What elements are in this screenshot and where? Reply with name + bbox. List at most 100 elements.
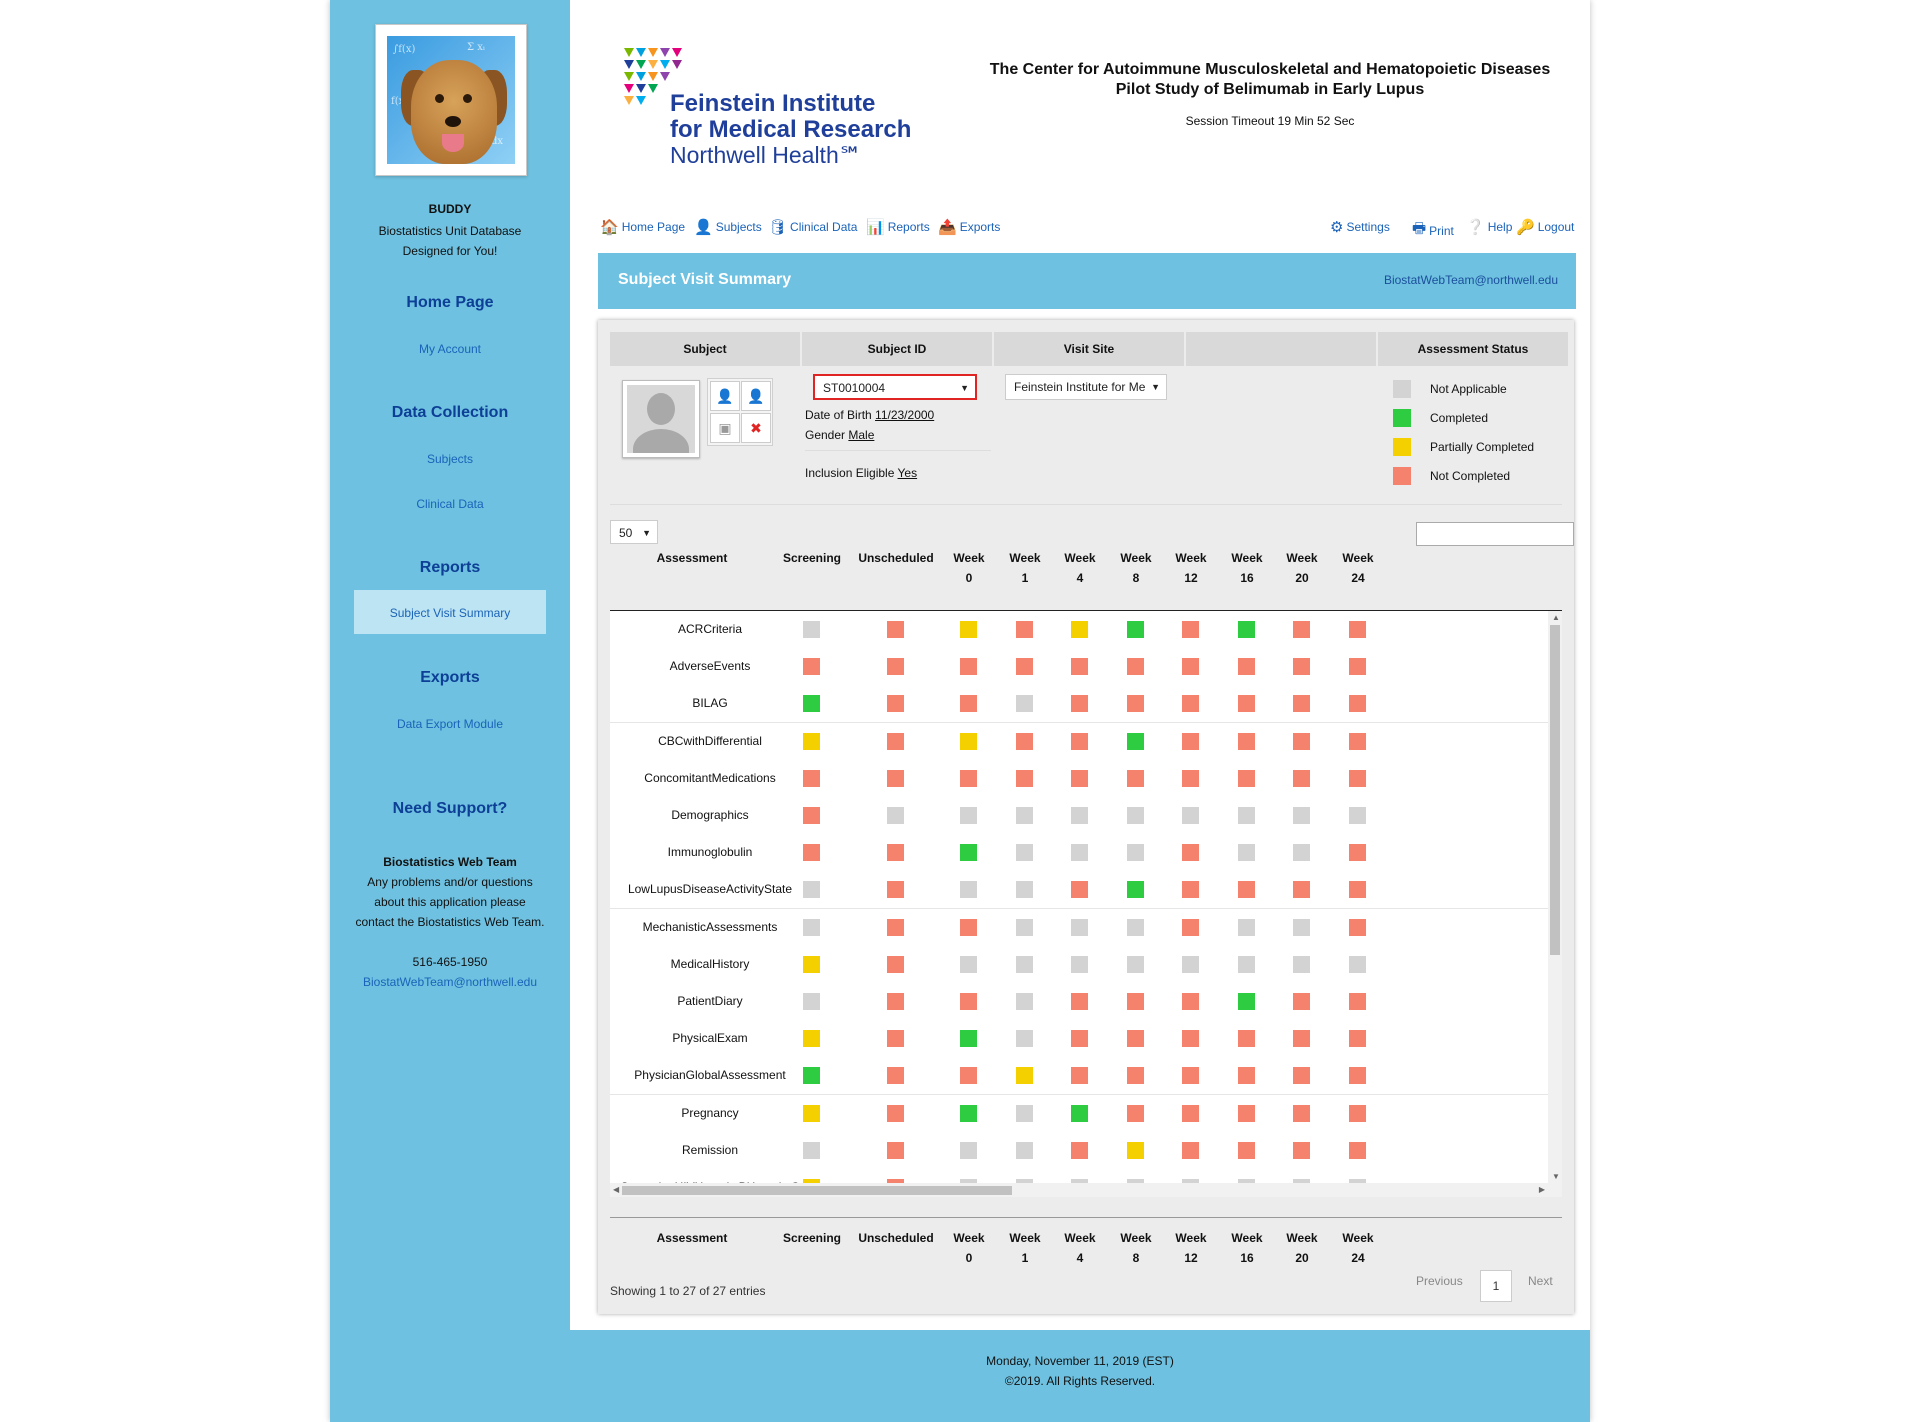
table-footer-col-10[interactable]: Week 24 [1333, 1228, 1383, 1268]
status-cell[interactable] [1293, 993, 1310, 1010]
status-cell[interactable] [1016, 881, 1033, 899]
status-cell[interactable] [887, 955, 904, 973]
pager-previous[interactable]: Previous [1416, 1274, 1463, 1288]
table-footer-col-7[interactable]: Week 12 [1166, 1228, 1216, 1268]
status-cell[interactable] [803, 658, 820, 676]
status-cell[interactable] [1182, 881, 1199, 899]
status-cell[interactable] [1071, 732, 1088, 750]
status-cell[interactable] [803, 1067, 820, 1085]
status-cell[interactable] [1293, 955, 1310, 973]
status-cell[interactable] [803, 955, 820, 973]
status-cell[interactable] [803, 881, 820, 899]
table-footer-col-0[interactable]: Assessment [612, 1228, 772, 1248]
status-cell[interactable] [1182, 695, 1199, 713]
status-cell[interactable] [1016, 732, 1033, 750]
status-cell[interactable] [1182, 1141, 1199, 1159]
table-header-col-5[interactable]: Week 4 [1055, 548, 1105, 588]
nav-exports[interactable]: 📤 Exports [938, 218, 1000, 236]
status-cell[interactable] [1238, 695, 1255, 713]
status-cell[interactable] [1238, 769, 1255, 787]
status-cell[interactable] [1349, 844, 1366, 862]
status-cell[interactable] [887, 844, 904, 862]
status-cell[interactable] [1127, 658, 1144, 676]
status-cell[interactable] [1127, 1141, 1144, 1159]
status-cell[interactable] [887, 993, 904, 1010]
status-cell[interactable] [1182, 993, 1199, 1010]
status-cell[interactable] [1349, 993, 1366, 1010]
status-cell[interactable] [1127, 1104, 1144, 1122]
status-cell[interactable] [1182, 621, 1199, 638]
status-cell[interactable] [1182, 1067, 1199, 1085]
table-header-col-0[interactable]: Assessment [612, 548, 772, 568]
status-cell[interactable] [960, 844, 977, 862]
status-cell[interactable] [1127, 732, 1144, 750]
status-cell[interactable] [1016, 769, 1033, 787]
table-footer-col-2[interactable]: Unscheduled [851, 1228, 941, 1248]
status-cell[interactable] [1238, 1141, 1255, 1159]
status-cell[interactable] [803, 993, 820, 1010]
status-cell[interactable] [1071, 993, 1088, 1010]
status-cell[interactable] [1349, 918, 1366, 936]
status-cell[interactable] [1349, 1067, 1366, 1085]
delete-icon[interactable]: ✖ [741, 413, 771, 443]
status-cell[interactable] [1238, 658, 1255, 676]
status-cell[interactable] [1238, 993, 1255, 1010]
table-footer-col-4[interactable]: Week 1 [1000, 1228, 1050, 1268]
status-cell[interactable] [1016, 695, 1033, 713]
status-cell[interactable] [1127, 844, 1144, 862]
scroll-right-icon[interactable]: ▶ [1539, 1185, 1545, 1194]
status-cell[interactable] [1293, 621, 1310, 638]
status-cell[interactable] [1238, 881, 1255, 899]
nav-link-subjects[interactable]: Subjects [330, 452, 570, 466]
status-cell[interactable] [1127, 1030, 1144, 1048]
status-cell[interactable] [960, 621, 977, 638]
status-cell[interactable] [1127, 695, 1144, 713]
status-cell[interactable] [1182, 658, 1199, 676]
vertical-scrollbar[interactable]: ▲ ▼ [1548, 611, 1562, 1197]
status-cell[interactable] [1349, 1104, 1366, 1122]
status-cell[interactable] [1238, 918, 1255, 936]
status-cell[interactable] [887, 918, 904, 936]
status-cell[interactable] [887, 732, 904, 750]
table-footer-col-5[interactable]: Week 4 [1055, 1228, 1105, 1268]
nav-link-data-export[interactable]: Data Export Module [330, 717, 570, 731]
status-cell[interactable] [803, 695, 820, 713]
status-cell[interactable] [1293, 1104, 1310, 1122]
status-cell[interactable] [1071, 1030, 1088, 1048]
status-cell[interactable] [1238, 844, 1255, 862]
status-cell[interactable] [1349, 1141, 1366, 1159]
nav-settings[interactable]: ⚙ Settings [1330, 218, 1390, 236]
status-cell[interactable] [960, 695, 977, 713]
status-cell[interactable] [1127, 955, 1144, 973]
status-cell[interactable] [1293, 732, 1310, 750]
page-length-select[interactable]: 50 ▼ [610, 520, 658, 544]
horizontal-scroll-thumb[interactable] [622, 1186, 1012, 1195]
status-cell[interactable] [1293, 695, 1310, 713]
status-cell[interactable] [803, 1104, 820, 1122]
table-header-col-9[interactable]: Week 20 [1277, 548, 1327, 588]
status-cell[interactable] [960, 732, 977, 750]
status-cell[interactable] [803, 844, 820, 862]
status-cell[interactable] [1238, 955, 1255, 973]
status-cell[interactable] [1016, 1030, 1033, 1048]
table-header-col-7[interactable]: Week 12 [1166, 548, 1216, 588]
status-cell[interactable] [1127, 769, 1144, 787]
status-cell[interactable] [1349, 621, 1366, 638]
status-cell[interactable] [1238, 1067, 1255, 1085]
table-footer-col-9[interactable]: Week 20 [1277, 1228, 1327, 1268]
status-cell[interactable] [1127, 807, 1144, 824]
status-cell[interactable] [1016, 658, 1033, 676]
status-cell[interactable] [887, 1141, 904, 1159]
status-cell[interactable] [1071, 844, 1088, 862]
status-cell[interactable] [1182, 807, 1199, 824]
status-cell[interactable] [1016, 918, 1033, 936]
nav-link-clinical-data[interactable]: Clinical Data [330, 497, 570, 511]
status-cell[interactable] [1182, 1104, 1199, 1122]
nav-section-home[interactable]: Home Page [330, 294, 570, 312]
status-cell[interactable] [887, 1030, 904, 1048]
status-cell[interactable] [887, 695, 904, 713]
status-cell[interactable] [1071, 621, 1088, 638]
status-cell[interactable] [1349, 1030, 1366, 1048]
table-footer-col-8[interactable]: Week 16 [1222, 1228, 1272, 1268]
status-cell[interactable] [1071, 1104, 1088, 1122]
